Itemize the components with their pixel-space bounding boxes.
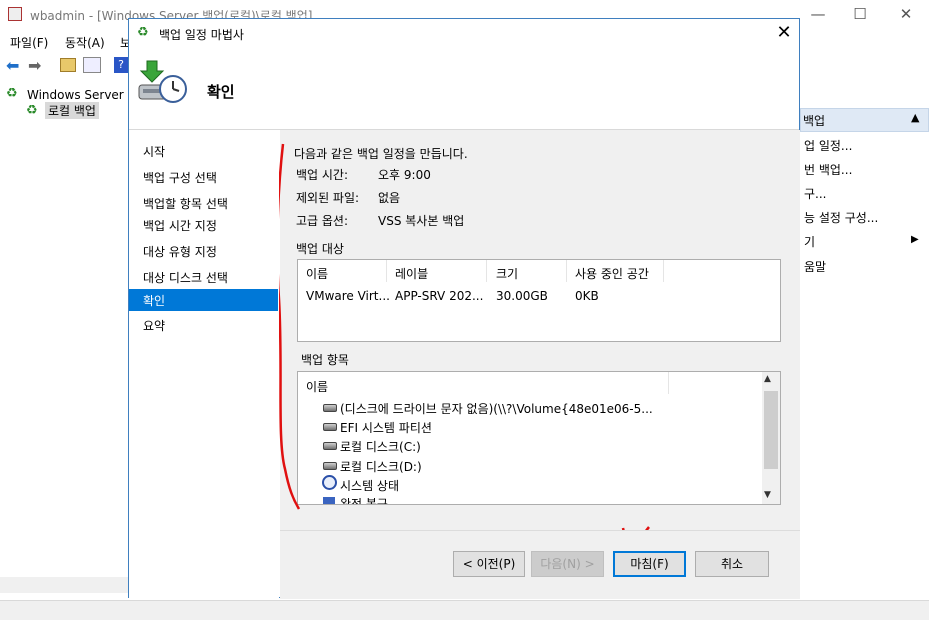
intro-text: 다음과 같은 백업 일정을 만듭니다. [294, 147, 468, 161]
scroll-up-icon[interactable]: ▲ [764, 374, 771, 384]
wizard-title-icon: ♻ [137, 25, 149, 40]
nav-item-target-disk[interactable]: 대상 디스크 선택 [143, 269, 228, 286]
nav-item-config[interactable]: 백업 구성 선택 [143, 169, 217, 186]
backup-disk-clock-icon [137, 57, 189, 109]
menu-action[interactable]: 동작(A) [65, 34, 105, 51]
nav-item-summary[interactable]: 요약 [143, 317, 165, 334]
col-used-space[interactable]: 사용 중인 공간 [575, 265, 649, 282]
disk-icon [323, 462, 337, 470]
summary-value: 오후 9:00 [378, 168, 431, 182]
backup-item[interactable]: 완전 복구 [340, 495, 388, 504]
scroll-down-icon[interactable]: ▼ [764, 490, 771, 500]
col-divider [486, 260, 487, 282]
backup-item[interactable]: (디스크에 드라이브 문자 없음)(\\?\Volume{48e01e06-5.… [340, 400, 653, 417]
tree-root-item[interactable]: Windows Server 백 [27, 86, 139, 103]
help-icon[interactable]: ? [114, 57, 128, 73]
nav-item-time[interactable]: 백업 시간 지정 [143, 217, 217, 234]
backup-items-list[interactable]: ^ 이름 (디스크에 드라이브 문자 없음)(\\?\Volume{48e01e… [297, 371, 781, 505]
dialog-title: 백업 일정 마법사 [159, 28, 244, 42]
finish-button[interactable]: 마침(F) [613, 551, 686, 577]
actions-pane [800, 80, 929, 600]
backup-item[interactable]: 로컬 디스크(D:) [340, 458, 422, 475]
action-item[interactable]: 구... [804, 185, 826, 202]
actions-header-label: 백업 [803, 114, 826, 128]
tree-pane [0, 80, 130, 600]
backup-schedule-wizard-dialog: ♻ 백업 일정 마법사 ✕ 확인 시작 백업 구성 선택 백업할 항목 선택 백… [128, 18, 800, 599]
col-divider [668, 372, 669, 394]
nav-item-select-items[interactable]: 백업할 항목 선택 [143, 195, 228, 212]
summary-value: 없음 [378, 191, 401, 205]
target-cell-label[interactable]: APP-SRV 202... [395, 289, 483, 303]
backup-item[interactable]: 시스템 상태 [340, 477, 399, 494]
dialog-close-button[interactable]: ✕ [773, 22, 795, 43]
action-item[interactable]: 기 [804, 233, 815, 250]
nav-item-confirm[interactable]: 확인 [143, 292, 165, 309]
action-item[interactable]: 번 백업... [804, 161, 852, 178]
server-backup-icon: ♻ [6, 86, 18, 101]
disk-icon [323, 404, 337, 412]
collapse-icon[interactable]: ▲ [911, 111, 919, 124]
menu-file[interactable]: 파일(F) [10, 34, 48, 51]
show-tree-icon[interactable] [83, 57, 101, 73]
back-arrow-icon[interactable]: ⬅ [6, 58, 19, 74]
tree-local-backup-item[interactable]: 로컬 백업 [45, 102, 99, 119]
col-size[interactable]: 크기 [496, 265, 518, 282]
disk-icon [323, 423, 337, 431]
col-divider [663, 260, 664, 282]
prev-button[interactable]: < 이전(P) [453, 551, 525, 577]
action-item[interactable]: 업 일정... [804, 137, 852, 154]
bare-metal-icon [323, 497, 335, 504]
target-list[interactable]: 이름 레이블 크기 사용 중인 공간 VMware Virt... APP-SR… [297, 259, 781, 342]
action-item[interactable]: 움말 [804, 258, 826, 275]
red-annotation-bracket [279, 143, 301, 510]
maximize-button[interactable]: ☐ [850, 4, 870, 24]
app-icon [8, 7, 22, 21]
local-backup-icon: ♻ [26, 103, 38, 118]
minimize-button[interactable]: — [808, 4, 828, 24]
nav-item-start[interactable]: 시작 [143, 143, 165, 160]
nav-item-target-type[interactable]: 대상 유형 지정 [143, 243, 217, 260]
col-label[interactable]: 레이블 [395, 265, 428, 282]
system-state-icon [322, 475, 337, 490]
sort-ascending-icon: ^ [478, 371, 487, 379]
folder-up-icon[interactable] [60, 58, 76, 72]
target-cell-used[interactable]: 0KB [575, 289, 599, 303]
actions-header[interactable]: 백업 ▲ [800, 108, 929, 132]
tree-horizontal-scrollbar[interactable] [0, 577, 130, 593]
forward-arrow-icon[interactable]: ➡ [28, 58, 41, 74]
backup-item[interactable]: EFI 시스템 파티션 [340, 419, 432, 436]
backup-item[interactable]: 로컬 디스크(C:) [340, 438, 421, 455]
action-item[interactable]: 능 설정 구성... [804, 209, 878, 226]
disk-icon [323, 442, 337, 450]
col-divider [566, 260, 567, 282]
close-button[interactable]: ✕ [896, 4, 916, 24]
submenu-arrow-icon: ▶ [911, 234, 919, 245]
col-divider [386, 260, 387, 282]
target-cell-size[interactable]: 30.00GB [496, 289, 548, 303]
summary-value: VSS 복사본 백업 [378, 214, 465, 228]
page-title: 확인 [207, 83, 235, 101]
cancel-button[interactable]: 취소 [695, 551, 769, 577]
status-bar [0, 600, 929, 620]
scrollbar-thumb[interactable] [764, 391, 778, 469]
next-button[interactable]: 다음(N) > [531, 551, 604, 577]
